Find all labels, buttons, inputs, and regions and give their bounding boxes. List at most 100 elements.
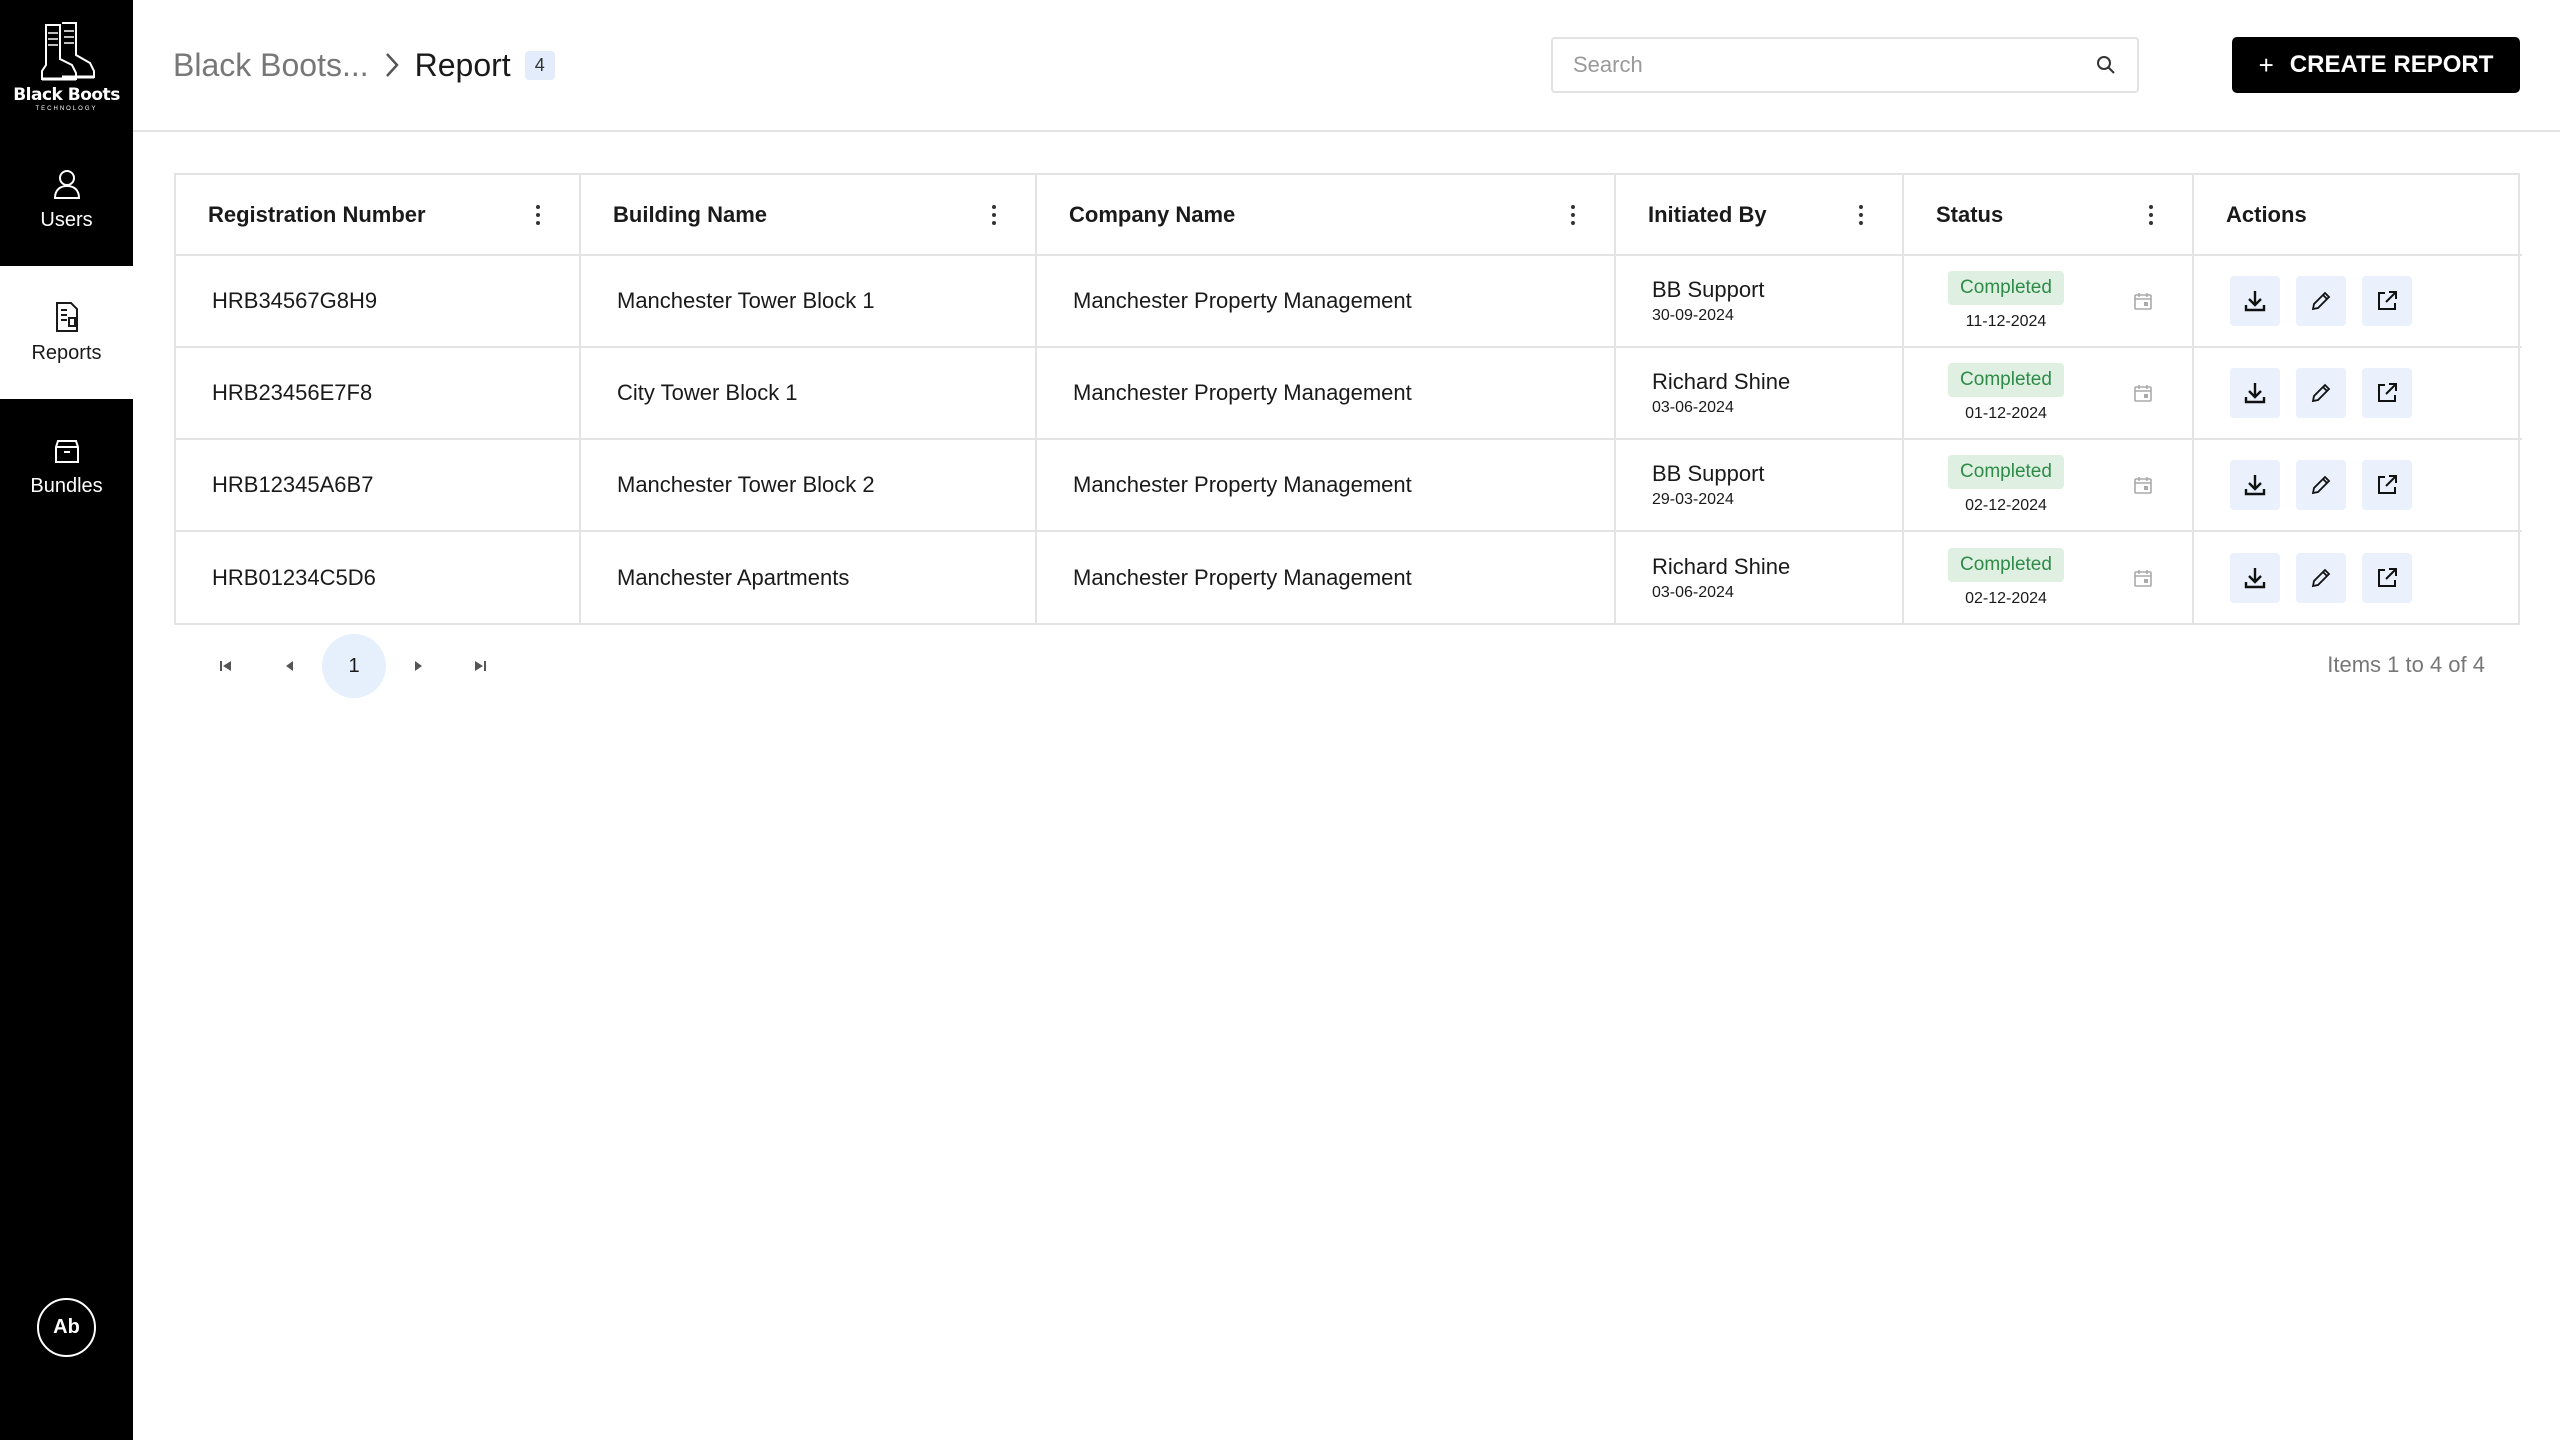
column-header-actions: Actions — [2193, 175, 2522, 256]
edit-button[interactable] — [2296, 368, 2346, 418]
edit-button[interactable] — [2296, 552, 2346, 603]
column-header-label: Registration Number — [208, 201, 426, 227]
table-row[interactable]: HRB34567G8H9 Manchester Tower Block 1 Manc… — [176, 255, 2522, 348]
table-row[interactable]: HRB01234C5D6 Manchester Apartments Manches… — [176, 531, 2522, 623]
cell-registration: HRB12345A6B7 — [176, 439, 581, 532]
calendar-icon[interactable] — [2132, 382, 2154, 404]
breadcrumb-parent[interactable]: Black Boots... — [173, 47, 369, 84]
column-header-status[interactable]: Status — [1903, 175, 2194, 256]
download-button[interactable] — [2230, 460, 2280, 510]
building-name: City Tower Block 1 — [617, 380, 798, 405]
download-button[interactable] — [2230, 276, 2280, 326]
initiated-date: 03-06-2024 — [1652, 399, 1734, 416]
report-icon — [55, 302, 78, 332]
open-external-button[interactable] — [2362, 460, 2412, 510]
cell-status: Completed 02-12-2024 — [1903, 439, 2194, 532]
download-icon — [2244, 291, 2266, 312]
prev-page-button[interactable] — [274, 650, 306, 682]
column-menu-icon[interactable] — [1570, 204, 1576, 226]
pagination-info: Items 1 to 4 of 4 — [2327, 652, 2485, 677]
initiator-name: Richard Shine — [1652, 553, 1791, 579]
header: Black Boots... Report 4 + CREATE REPORT — [133, 0, 2560, 132]
column-header-label: Initiated By — [1648, 201, 1767, 227]
first-page-button[interactable] — [210, 650, 242, 682]
status-badge: Completed — [1948, 455, 2064, 489]
cell-status: Completed 11-12-2024 — [1903, 255, 2194, 348]
sidebar-item-reports[interactable]: Reports — [0, 266, 133, 399]
sidebar: Black Boots TECHNOLOGY Users Reports Bun… — [0, 0, 133, 1440]
boots-logo-icon — [40, 21, 95, 80]
sidebar-item-bundles[interactable]: Bundles — [0, 399, 133, 532]
table-row[interactable]: HRB12345A6B7 Manchester Tower Block 2 Manc… — [176, 439, 2522, 532]
chevron-right-icon — [385, 53, 399, 77]
open-external-button[interactable] — [2362, 552, 2412, 603]
cell-company: Manchester Property Management — [1036, 255, 1616, 348]
cell-actions — [2193, 347, 2522, 440]
pencil-icon — [2311, 568, 2331, 587]
registration-number: HRB01234C5D6 — [212, 564, 376, 590]
registration-number: HRB12345A6B7 — [212, 472, 374, 497]
sidebar-item-label: Users — [40, 209, 93, 231]
status-badge: Completed — [1948, 271, 2064, 305]
calendar-icon[interactable] — [2132, 474, 2154, 496]
search-box — [1551, 37, 2139, 93]
open-external-button[interactable] — [2362, 276, 2412, 326]
page-title: Report — [414, 46, 511, 83]
external-link-icon — [2378, 291, 2397, 310]
cell-company: Manchester Property Management — [1036, 439, 1616, 532]
sidebar-item-label: Reports — [31, 342, 102, 364]
open-external-button[interactable] — [2362, 368, 2412, 418]
column-header-initiated-by[interactable]: Initiated By — [1615, 175, 1904, 256]
column-menu-icon[interactable] — [535, 204, 541, 226]
cell-initiated-by: BB Support 29-03-2024 — [1615, 439, 1904, 532]
page-number-current[interactable]: 1 — [322, 634, 386, 698]
cell-building: Manchester Tower Block 2 — [580, 439, 1037, 532]
column-menu-icon[interactable] — [2148, 204, 2154, 226]
status-date: 02-12-2024 — [1965, 589, 2047, 607]
column-header-company[interactable]: Company Name — [1036, 175, 1616, 256]
status-badge: Completed — [1948, 547, 2064, 582]
company-name: Manchester Property Management — [1073, 472, 1412, 497]
download-button[interactable] — [2230, 552, 2280, 603]
brand-logo[interactable]: Black Boots TECHNOLOGY — [0, 0, 133, 130]
column-header-registration[interactable]: Registration Number — [176, 175, 581, 256]
edit-button[interactable] — [2296, 460, 2346, 510]
building-name: Manchester Tower Block 1 — [617, 288, 875, 313]
status-date: 01-12-2024 — [1965, 405, 2047, 422]
search-icon[interactable] — [2095, 54, 2117, 76]
column-header-label: Company Name — [1069, 201, 1236, 227]
initiated-date: 03-06-2024 — [1652, 583, 1734, 601]
company-name: Manchester Property Management — [1073, 288, 1412, 313]
external-link-icon — [2378, 567, 2397, 587]
cell-company: Manchester Property Management — [1036, 347, 1616, 440]
download-button[interactable] — [2230, 368, 2280, 418]
cell-status: Completed 02-12-2024 — [1903, 531, 2194, 623]
last-page-button[interactable] — [464, 650, 496, 682]
prev-page-icon — [286, 661, 293, 671]
calendar-icon[interactable] — [2132, 290, 2154, 312]
registration-number: HRB34567G8H9 — [212, 288, 378, 313]
table-row[interactable]: HRB23456E7F8 City Tower Block 1 Manchester… — [176, 347, 2522, 440]
edit-button[interactable] — [2296, 276, 2346, 326]
breadcrumb: Black Boots... Report 4 — [173, 44, 555, 86]
cell-building: City Tower Block 1 — [580, 347, 1037, 440]
create-report-button[interactable]: + CREATE REPORT — [2232, 37, 2520, 93]
cell-initiated-by: Richard Shine 03-06-2024 — [1615, 531, 1904, 623]
search-input[interactable] — [1573, 52, 2095, 78]
column-menu-icon[interactable] — [1858, 204, 1864, 226]
column-menu-icon[interactable] — [991, 204, 997, 226]
calendar-icon[interactable] — [2132, 567, 2154, 589]
next-page-button[interactable] — [402, 650, 434, 682]
column-header-label: Actions — [2226, 201, 2307, 227]
cell-actions — [2193, 439, 2522, 532]
brand-name: Black Boots — [13, 84, 120, 105]
column-header-building[interactable]: Building Name — [580, 175, 1037, 256]
avatar[interactable]: Ab — [37, 1298, 96, 1357]
initiated-date: 29-03-2024 — [1652, 491, 1734, 508]
external-link-icon — [2378, 383, 2397, 402]
column-header-label: Status — [1936, 201, 2004, 227]
user-icon — [53, 170, 80, 199]
pagination: 1 Items 1 to 4 of 4 — [174, 634, 2520, 698]
sidebar-item-users[interactable]: Users — [0, 133, 133, 266]
external-link-icon — [2378, 475, 2397, 494]
